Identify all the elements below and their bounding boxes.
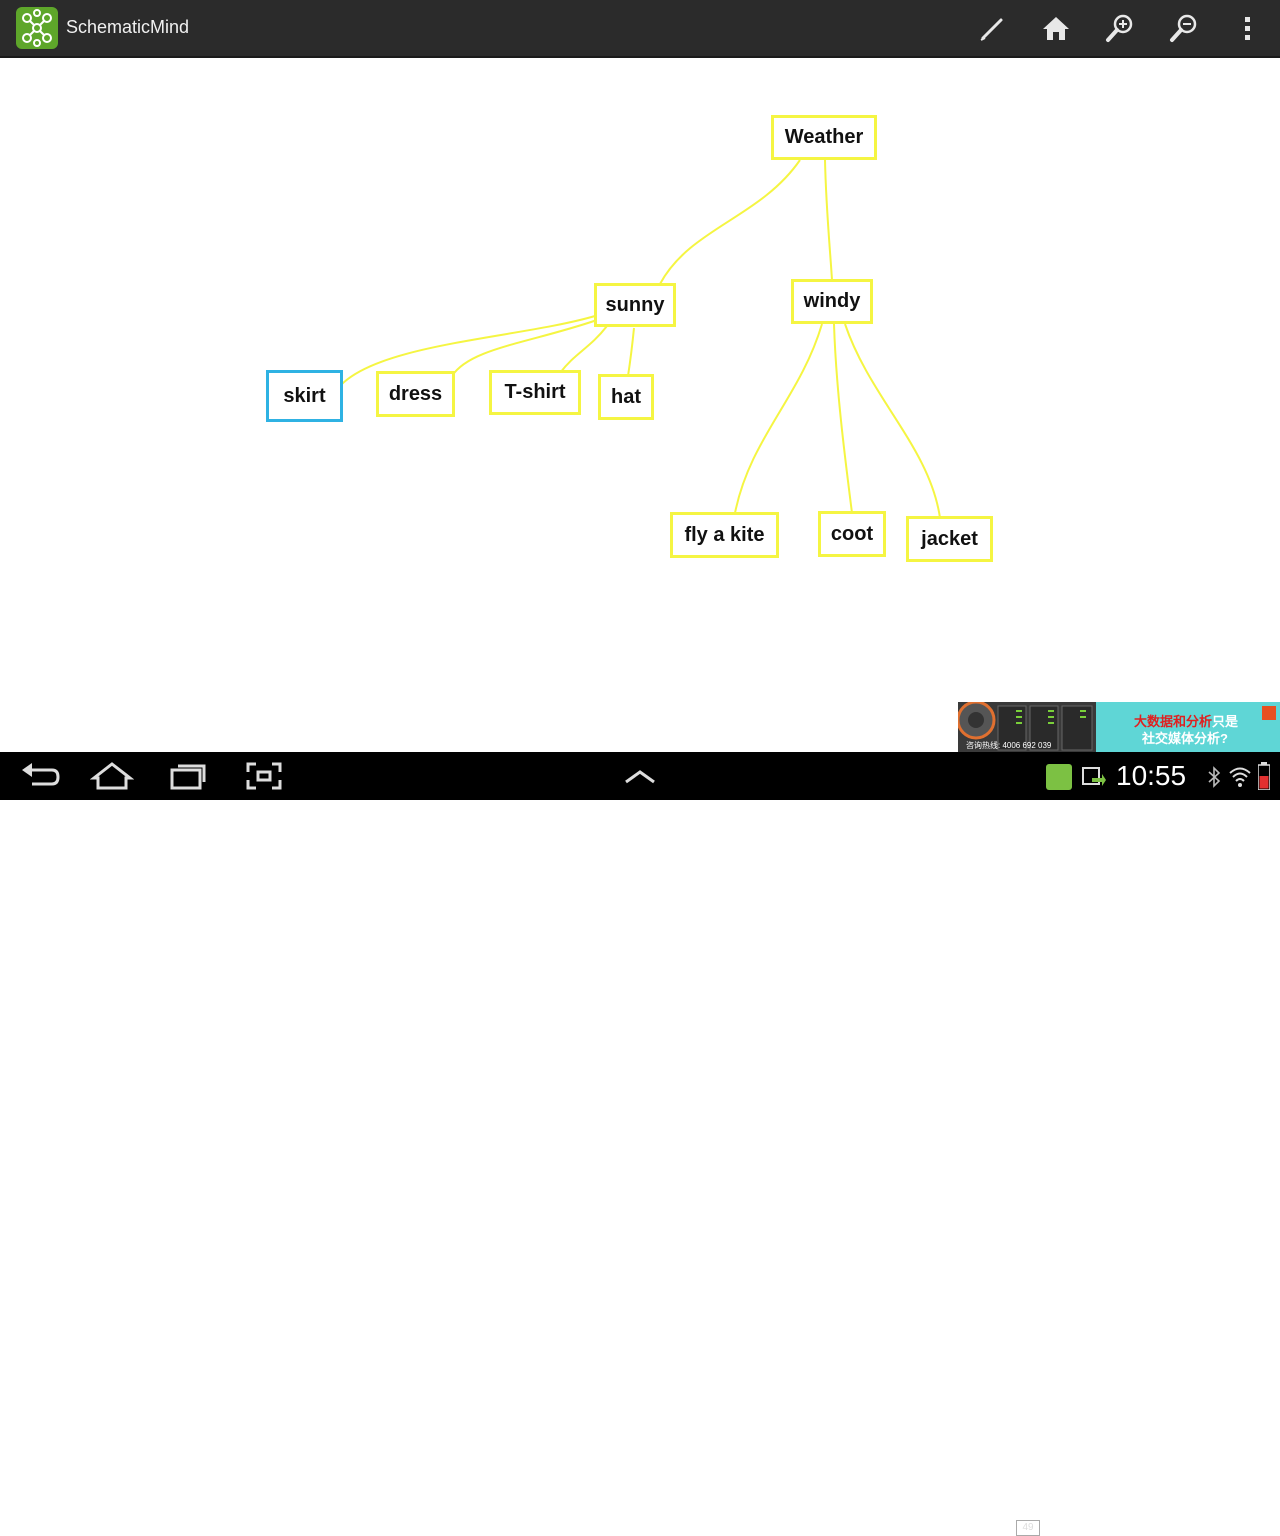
overflow-menu-icon[interactable] [1232, 12, 1264, 44]
sync-icon[interactable] [1080, 764, 1106, 790]
ad-headline-white: 只是 [1212, 714, 1239, 729]
clock: 10:55 [1116, 760, 1187, 791]
wifi-icon [1228, 764, 1252, 788]
node-weather[interactable]: Weather [771, 115, 877, 160]
screenshot-icon[interactable] [242, 760, 286, 792]
link-weather-sunny [659, 159, 801, 285]
link-sunny-dress [451, 319, 598, 377]
node-windy[interactable]: windy [791, 279, 873, 324]
ad-badge-icon[interactable] [1262, 706, 1276, 720]
edit-icon[interactable] [976, 12, 1008, 44]
recent-apps-icon[interactable] [166, 760, 210, 792]
zoom-out-icon[interactable] [1168, 12, 1200, 44]
app-notification-icon[interactable] [1046, 764, 1072, 790]
node-skirt[interactable]: skirt [266, 370, 343, 422]
back-icon[interactable] [18, 760, 62, 792]
node-coot[interactable]: coot [818, 511, 886, 557]
link-sunny-tshirt [559, 325, 608, 374]
node-fly-a-kite[interactable]: fly a kite [670, 512, 779, 558]
node-jacket[interactable]: jacket [906, 516, 993, 562]
ad-subline: 社交媒体分析? [1142, 731, 1228, 746]
action-bar: SchematicMind [0, 0, 1280, 58]
app-logo-icon[interactable] [16, 7, 58, 49]
system-bar: 49 10:55 [0, 752, 1280, 1536]
link-weather-windy [824, 159, 833, 281]
node-dress[interactable]: dress [376, 371, 455, 417]
node-sunny[interactable]: sunny [594, 283, 676, 327]
node-hat[interactable]: hat [598, 374, 654, 420]
menu-up-icon[interactable] [618, 760, 662, 792]
home-nav-icon[interactable] [89, 760, 135, 792]
app-title: SchematicMind [66, 17, 190, 37]
mindmap-canvas[interactable]: Weather sunny windy skirt dress T-shirt … [0, 58, 1280, 752]
link-windy-jacket [844, 323, 941, 519]
ad-banner[interactable]: 咨询热线: 4006 692 039 大数据和分析只是 社交媒体分析? [958, 702, 1280, 752]
node-tshirt[interactable]: T-shirt [489, 370, 581, 415]
bluetooth-icon [1206, 766, 1222, 788]
link-sunny-hat [627, 327, 635, 377]
battery-icon [1257, 762, 1271, 791]
link-windy-kite [734, 323, 823, 514]
ad-headline-red: 大数据和分析 [1134, 714, 1213, 729]
zoom-in-icon[interactable] [1104, 12, 1136, 44]
home-icon[interactable] [1040, 12, 1072, 44]
ad-phone: 咨询热线: 4006 692 039 [966, 741, 1052, 750]
notification-count[interactable]: 49 [1016, 1520, 1040, 1536]
link-windy-coot [833, 323, 853, 514]
